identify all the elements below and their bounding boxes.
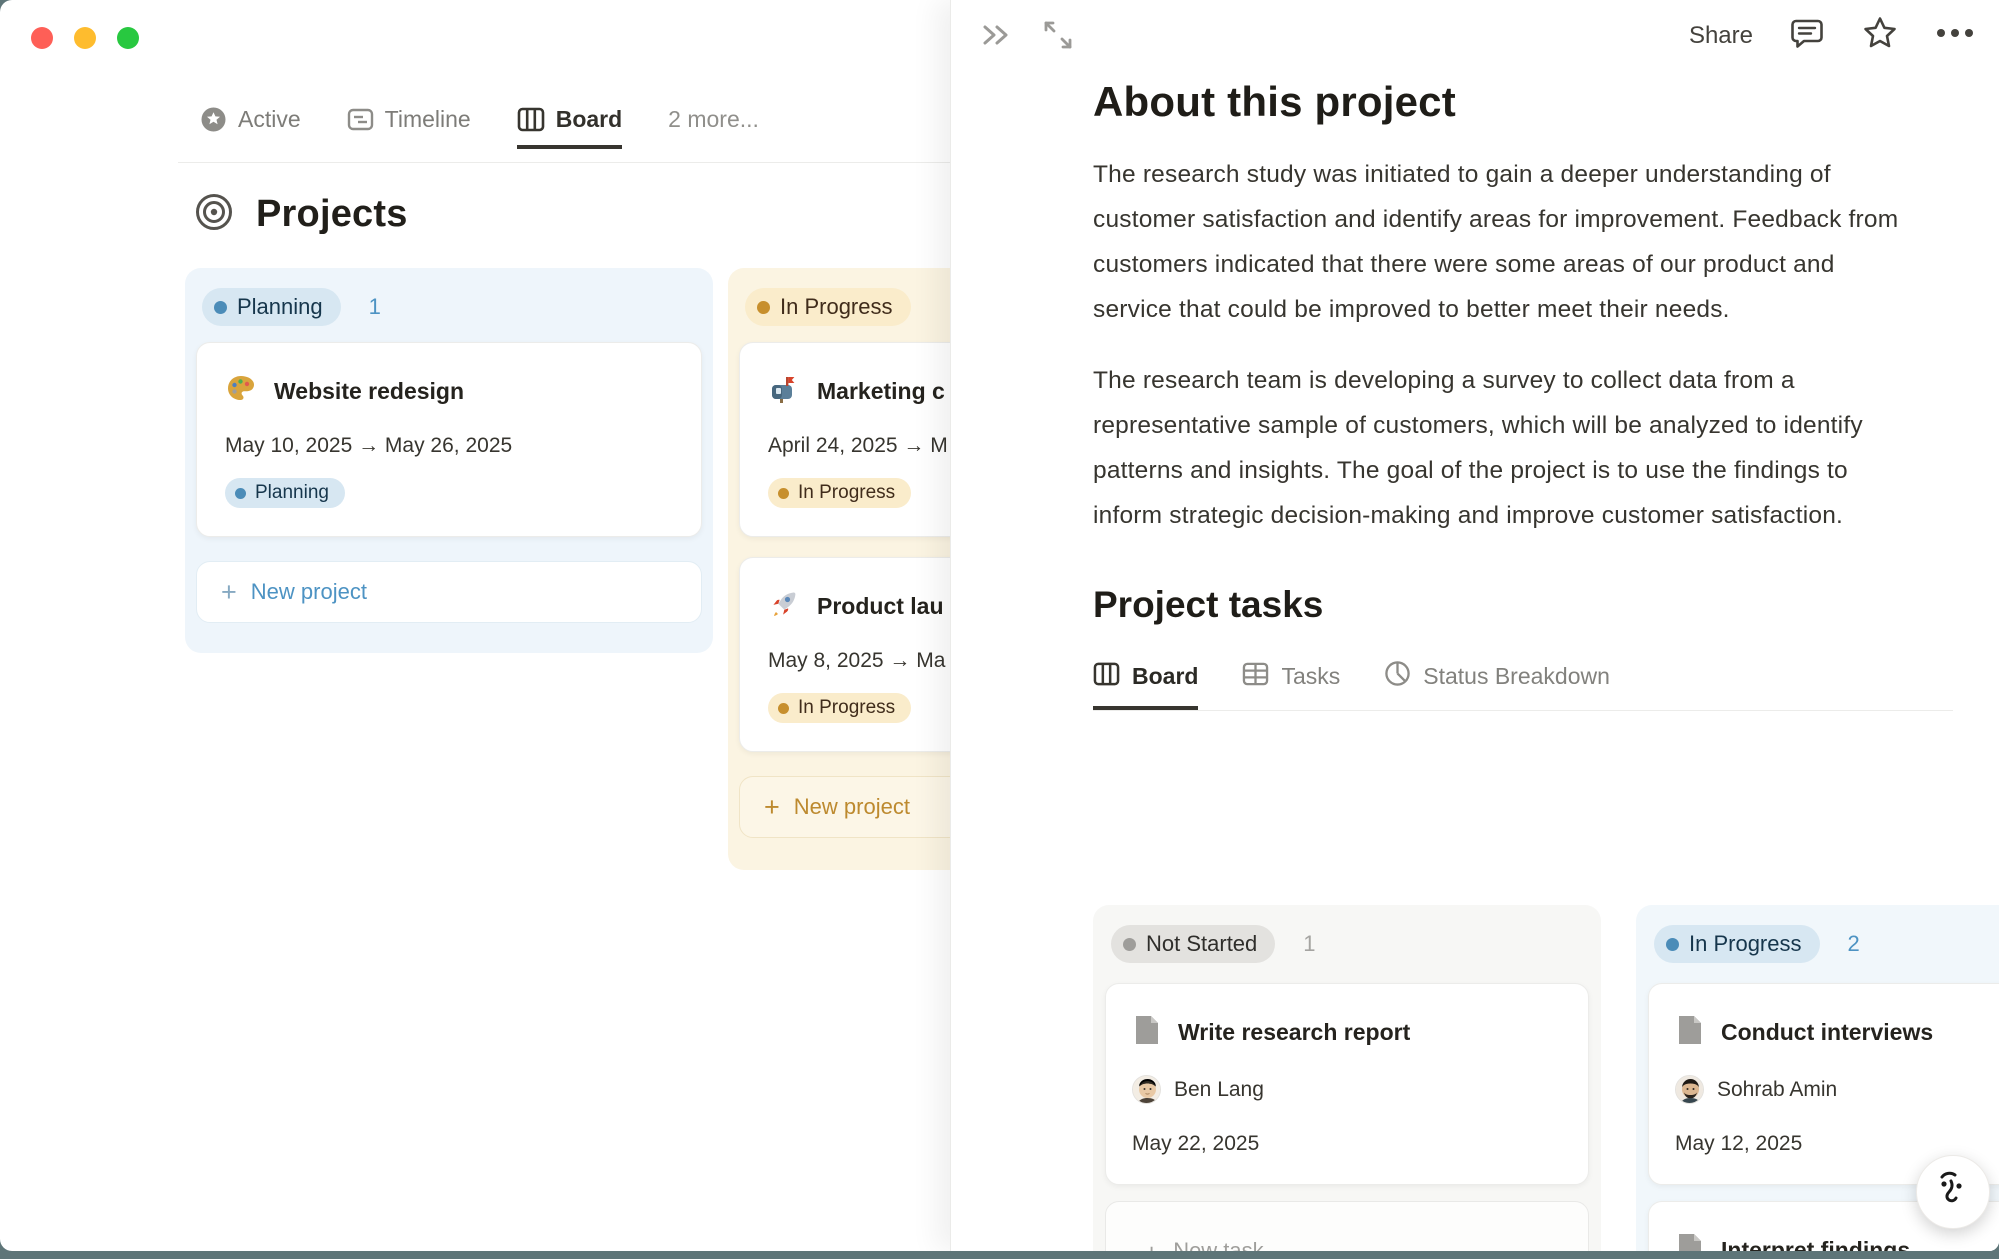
star-circle-icon bbox=[200, 106, 227, 133]
task-card-write-research-report[interactable]: Write research report Ben Lang May 22, 2… bbox=[1105, 983, 1589, 1185]
status-dot bbox=[778, 703, 789, 714]
avatar-ben-lang bbox=[1132, 1075, 1161, 1104]
window-controls bbox=[31, 27, 139, 49]
table-icon bbox=[1242, 661, 1269, 693]
plus-icon: + bbox=[1144, 1238, 1159, 1251]
plus-icon: + bbox=[764, 792, 780, 823]
status-dot bbox=[778, 488, 789, 499]
tab-board[interactable]: Board bbox=[1093, 660, 1198, 710]
star-icon[interactable] bbox=[1861, 14, 1899, 57]
status-dot bbox=[1123, 938, 1136, 951]
close-button[interactable] bbox=[31, 27, 53, 49]
column-count: 2 bbox=[1848, 931, 1860, 957]
assignee-name: Sohrab Amin bbox=[1717, 1078, 1837, 1102]
page-icon bbox=[1675, 1014, 1705, 1051]
column-header: Planning 1 bbox=[196, 288, 702, 326]
card-title: Product lau bbox=[817, 593, 944, 620]
timeline-icon bbox=[347, 106, 374, 133]
status-pill-not-started[interactable]: Not Started bbox=[1111, 925, 1275, 963]
new-task-button[interactable]: + New task bbox=[1105, 1201, 1589, 1251]
pie-chart-icon bbox=[1384, 660, 1411, 693]
tab-more-views[interactable]: 2 more... bbox=[668, 106, 759, 149]
rocket-emoji bbox=[768, 588, 800, 625]
minimize-button[interactable] bbox=[74, 27, 96, 49]
status-pill-in-progress[interactable]: In Progress bbox=[745, 288, 911, 326]
doc-section-heading: Project tasks bbox=[1093, 584, 1923, 626]
comment-icon[interactable] bbox=[1789, 15, 1825, 56]
new-project-button[interactable]: + New project bbox=[196, 561, 702, 623]
page-icon bbox=[1132, 1014, 1162, 1051]
doc-paragraph: The research study was initiated to gain… bbox=[1093, 152, 1905, 332]
card-title: Interpret findings bbox=[1721, 1237, 1910, 1251]
column-count: 1 bbox=[1303, 931, 1315, 957]
panel-toolbar: Share bbox=[951, 0, 1999, 66]
notion-ai-face-icon bbox=[1932, 1167, 1974, 1218]
card-date: May 12, 2025 bbox=[1675, 1132, 1999, 1156]
avatar-sohrab-amin bbox=[1675, 1075, 1704, 1104]
status-dot bbox=[1666, 938, 1679, 951]
status-pill-in-progress[interactable]: In Progress bbox=[1654, 925, 1820, 963]
side-peek-panel: Share About this project The research st… bbox=[950, 0, 1999, 1251]
column-header: Not Started 1 bbox=[1105, 925, 1589, 963]
status-pill-planning[interactable]: Planning bbox=[202, 288, 341, 326]
card-title: Marketing c bbox=[817, 378, 945, 405]
tab-label: Active bbox=[238, 106, 301, 133]
doc-heading: About this project bbox=[1093, 78, 1923, 126]
tabs-divider bbox=[178, 162, 950, 163]
tab-timeline[interactable]: Timeline bbox=[347, 106, 471, 149]
more-ellipsis-icon[interactable] bbox=[1935, 26, 1975, 45]
column-count: 1 bbox=[369, 294, 381, 320]
project-card-website-redesign[interactable]: Website redesign May 10, 2025 → May 26, … bbox=[196, 342, 702, 537]
tasks-board: Not Started 1 Write research report bbox=[1093, 905, 1999, 1251]
app-window: Active Timeline Board 2 more... Projects bbox=[0, 0, 1999, 1251]
document-body: About this project The research study wa… bbox=[1093, 78, 1923, 711]
tab-active[interactable]: Active bbox=[200, 106, 301, 149]
card-status-tag: In Progress bbox=[768, 693, 911, 723]
board-columns-icon bbox=[517, 106, 545, 133]
share-button[interactable]: Share bbox=[1689, 22, 1753, 50]
card-status-tag: Planning bbox=[225, 478, 345, 508]
tab-label: 2 more... bbox=[668, 106, 759, 133]
board-columns-icon bbox=[1093, 661, 1120, 693]
card-title: Write research report bbox=[1178, 1019, 1410, 1046]
tab-status-breakdown[interactable]: Status Breakdown bbox=[1384, 660, 1610, 710]
status-dot bbox=[214, 301, 227, 314]
status-dot bbox=[757, 301, 770, 314]
task-column-not-started: Not Started 1 Write research report bbox=[1093, 905, 1601, 1251]
card-status-tag: In Progress bbox=[768, 478, 911, 508]
mailbox-emoji bbox=[768, 373, 800, 410]
card-date: May 22, 2025 bbox=[1132, 1132, 1562, 1156]
tasks-view-tabs: Board Tasks Status Breakdown bbox=[1093, 660, 1953, 711]
card-date-range: May 10, 2025 → May 26, 2025 bbox=[225, 434, 675, 458]
expand-diagonal-icon[interactable] bbox=[1041, 18, 1075, 57]
desktop: { "window": { "controls": { "close": "cl… bbox=[0, 0, 1999, 1259]
tab-label: Board bbox=[556, 106, 622, 133]
zoom-button[interactable] bbox=[117, 27, 139, 49]
notion-ai-button[interactable] bbox=[1916, 1155, 1990, 1229]
palette-emoji bbox=[225, 373, 257, 410]
page-title: Projects bbox=[256, 193, 408, 236]
collapse-double-chevron-icon[interactable] bbox=[979, 19, 1013, 56]
tab-label: Timeline bbox=[385, 106, 471, 133]
assignee-name: Ben Lang bbox=[1174, 1078, 1264, 1102]
tab-board[interactable]: Board bbox=[517, 106, 622, 149]
plus-icon: + bbox=[221, 577, 237, 608]
tab-tasks[interactable]: Tasks bbox=[1242, 660, 1340, 710]
doc-paragraph: The research team is developing a survey… bbox=[1093, 358, 1905, 538]
card-title: Website redesign bbox=[274, 378, 464, 405]
board-column-planning: Planning 1 Website redesign May 10, 2025… bbox=[185, 268, 713, 653]
page-icon bbox=[1675, 1232, 1705, 1251]
column-header: In Progress 2 bbox=[1648, 925, 1999, 963]
database-title-row: Projects bbox=[194, 192, 408, 237]
target-icon bbox=[194, 192, 234, 237]
database-view-tabs: Active Timeline Board 2 more... bbox=[200, 106, 759, 149]
card-title: Conduct interviews bbox=[1721, 1019, 1933, 1046]
status-dot bbox=[235, 488, 246, 499]
